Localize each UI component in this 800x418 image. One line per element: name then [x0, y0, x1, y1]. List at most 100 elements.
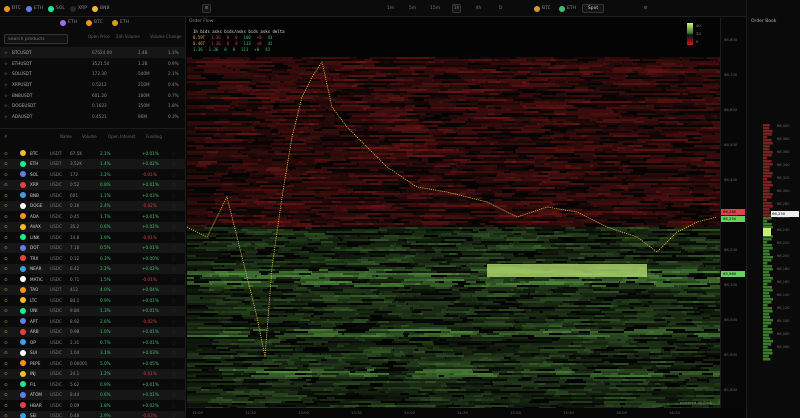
column-header[interactable]: Name: [60, 134, 72, 139]
star-icon[interactable]: ⊙: [4, 161, 8, 166]
row-menu-icon[interactable]: ◌: [172, 151, 176, 156]
market-row[interactable]: ⊙ SOL USDC 172 3.2% -0.01% ◌: [0, 169, 186, 180]
product-row[interactable]: ☆ ETHUSDT 3521.50 1.2B 0.9%: [0, 58, 186, 69]
row-menu-icon[interactable]: ◌: [172, 298, 176, 303]
star-icon[interactable]: ⊙: [4, 266, 8, 271]
market-row[interactable]: ⊙ UNI USDC 9.84 1.3% +0.01% ◌: [0, 305, 186, 316]
market-row[interactable]: ⊙ SEI USDC 0.48 2.9% -0.03% ◌: [0, 410, 186, 418]
column-header[interactable]: Open Interest: [108, 134, 135, 139]
row-menu-icon[interactable]: ◌: [172, 329, 176, 334]
product-row[interactable]: ☆ BTCUSDT 67524.00 2.4B 1.1%: [0, 47, 186, 58]
market-row[interactable]: ⊙ HBAR USDC 0.09 1.8% +0.02% ◌: [0, 400, 186, 411]
row-menu-icon[interactable]: ◌: [172, 350, 176, 355]
row-menu-icon[interactable]: ◌: [172, 266, 176, 271]
row-menu-icon[interactable]: ◌: [172, 371, 176, 376]
market-row[interactable]: ⊙ APT USDC 8.92 2.6% -0.02% ◌: [0, 316, 186, 327]
column-header[interactable]: Volume: [82, 134, 97, 139]
column-header[interactable]: 24h Volume: [116, 34, 140, 39]
timeframe-button[interactable]: 4h: [474, 4, 483, 13]
row-menu-icon[interactable]: ◌: [172, 256, 176, 261]
market-row[interactable]: ⊙ AVAX USDC 35.2 0.6% +0.02% ◌: [0, 221, 186, 232]
coin-chip[interactable]: ETH: [112, 18, 129, 27]
product-row[interactable]: ☆ ADAUSDT 0.4521 96M 0.3%: [0, 111, 186, 122]
product-row[interactable]: ☆ BNBUSDT 601.20 180M 0.7%: [0, 90, 186, 101]
timeframe-button[interactable]: 5m: [408, 4, 417, 13]
coin-chip[interactable]: ETH: [26, 4, 43, 13]
row-menu-icon[interactable]: ◌: [172, 361, 176, 366]
coin-chip[interactable]: ETH: [60, 18, 77, 27]
star-icon[interactable]: ⊙: [4, 361, 8, 366]
timeframe-button[interactable]: 1h: [452, 4, 461, 13]
market-row[interactable]: ⊙ ADA USDC 0.45 1.7% +0.01% ◌: [0, 211, 186, 222]
row-menu-icon[interactable]: ◌: [172, 277, 176, 282]
market-row[interactable]: ⊙ NEAR USDC 6.42 2.2% +0.02% ◌: [0, 263, 186, 274]
coin-chip[interactable]: BNB: [92, 4, 110, 13]
timeframe-button[interactable]: 1m: [386, 4, 395, 13]
star-icon[interactable]: ⊙: [4, 256, 8, 261]
heatmap-chart[interactable]: Order Flow 1h bids asks bids/asks bids a…: [187, 17, 720, 408]
coin-chip[interactable]: ETH: [559, 4, 576, 13]
row-menu-icon[interactable]: ◌: [172, 235, 176, 240]
star-icon[interactable]: ☆: [4, 61, 8, 66]
market-row[interactable]: ⊙ OP USDC 2.31 0.7% +0.01% ◌: [0, 337, 186, 348]
star-icon[interactable]: ⊙: [4, 224, 8, 229]
market-row[interactable]: ⊙ SUI USDC 1.04 3.1% +0.03% ◌: [0, 347, 186, 358]
row-menu-icon[interactable]: ◌: [172, 319, 176, 324]
row-menu-icon[interactable]: ◌: [172, 172, 176, 177]
star-icon[interactable]: ⊙: [4, 308, 8, 313]
star-icon[interactable]: ⊙: [4, 392, 8, 397]
row-menu-icon[interactable]: ◌: [172, 193, 176, 198]
column-header[interactable]: Volume Change: [150, 34, 181, 39]
row-menu-icon[interactable]: ◌: [172, 340, 176, 345]
coin-chip[interactable]: XRP: [70, 4, 87, 13]
column-header[interactable]: Funding: [146, 134, 162, 139]
spot-button[interactable]: Spot: [582, 4, 604, 13]
coin-chip[interactable]: BTC: [86, 18, 103, 27]
grid-icon[interactable]: ⊞: [202, 4, 211, 13]
star-icon[interactable]: ⊙: [4, 403, 8, 408]
row-menu-icon[interactable]: ◌: [172, 392, 176, 397]
star-icon[interactable]: ⊙: [4, 413, 8, 418]
row-menu-icon[interactable]: ◌: [172, 245, 176, 250]
star-icon[interactable]: ☆: [4, 103, 8, 108]
row-menu-icon[interactable]: ◌: [172, 308, 176, 313]
row-menu-icon[interactable]: ◌: [172, 224, 176, 229]
star-icon[interactable]: ⊙: [4, 182, 8, 187]
star-icon[interactable]: ⊙: [4, 245, 8, 250]
coin-chip[interactable]: BTC: [4, 4, 21, 13]
star-icon[interactable]: ⊙: [4, 151, 8, 156]
market-row[interactable]: ⊙ LINK USDC 14.8 1.9% -0.01% ◌: [0, 232, 186, 243]
market-row[interactable]: ⊙ INJ USDC 24.1 1.2% -0.01% ◌: [0, 368, 186, 379]
market-row[interactable]: ⊙ BNB USDC 601 1.1% +0.03% ◌: [0, 190, 186, 201]
timeframe-button[interactable]: D: [496, 4, 505, 13]
star-icon[interactable]: ⊙: [4, 287, 8, 292]
star-icon[interactable]: ☆: [4, 50, 8, 55]
market-row[interactable]: ⊙ XRP USDC 0.52 0.8% +0.01% ◌: [0, 179, 186, 190]
row-menu-icon[interactable]: ◌: [172, 403, 176, 408]
star-icon[interactable]: ⊙: [4, 319, 8, 324]
market-row[interactable]: ⊙ ATOM USDC 8.44 0.6% +0.01% ◌: [0, 389, 186, 400]
market-row[interactable]: ⊙ BTC USDT 67.5K 2.1% +0.01% ◌: [0, 148, 186, 159]
product-row[interactable]: ☆ XRPUSDT 0.5212 210M 0.4%: [0, 79, 186, 90]
star-icon[interactable]: ⊙: [4, 172, 8, 177]
star-icon[interactable]: ⊙: [4, 214, 8, 219]
market-row[interactable]: ⊙ TRX USDC 0.12 0.3% +0.00% ◌: [0, 253, 186, 264]
row-menu-icon[interactable]: ◌: [172, 413, 176, 418]
column-header[interactable]: #: [4, 134, 7, 139]
star-icon[interactable]: ☆: [4, 71, 8, 76]
coin-chip[interactable]: BTC: [534, 4, 551, 13]
market-row[interactable]: ⊙ FIL USDC 5.62 0.9% +0.01% ◌: [0, 379, 186, 390]
coin-chip[interactable]: SOL: [48, 4, 65, 13]
star-icon[interactable]: ⊙: [4, 340, 8, 345]
row-menu-icon[interactable]: ◌: [172, 287, 176, 292]
star-icon[interactable]: ☆: [4, 93, 8, 98]
row-menu-icon[interactable]: ◌: [172, 382, 176, 387]
market-row[interactable]: ⊙ TAO USDT 412 4.0% +0.04% ◌: [0, 284, 186, 295]
market-row[interactable]: ⊙ PEPE USDC 0.00001 5.0% +0.05% ◌: [0, 358, 186, 369]
star-icon[interactable]: ☆: [4, 114, 8, 119]
row-menu-icon[interactable]: ◌: [172, 161, 176, 166]
row-menu-icon[interactable]: ◌: [172, 214, 176, 219]
star-icon[interactable]: ⊙: [4, 298, 8, 303]
star-icon[interactable]: ☆: [4, 82, 8, 87]
market-row[interactable]: ⊙ MATIC USDC 0.71 1.5% -0.01% ◌: [0, 274, 186, 285]
